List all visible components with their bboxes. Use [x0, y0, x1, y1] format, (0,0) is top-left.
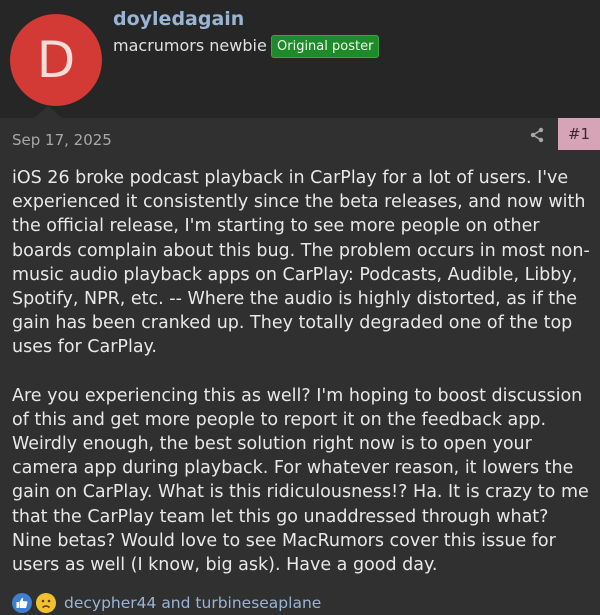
- post-date-link[interactable]: Sep 17, 2025: [12, 131, 112, 149]
- reaction-conjunction: and: [161, 594, 191, 612]
- avatar[interactable]: D: [10, 14, 102, 106]
- post-message: Sep 17, 2025 #1 iOS 26 broke podcast pla…: [0, 118, 600, 615]
- post-body: iOS 26 broke podcast playback in CarPlay…: [12, 166, 592, 601]
- post-paragraph: iOS 26 broke podcast playback in CarPlay…: [12, 168, 590, 358]
- reaction-users[interactable]: decypher44 and turbineseaplane: [64, 594, 321, 612]
- sad-icon: [36, 593, 56, 613]
- username-link[interactable]: doyledagain: [113, 8, 244, 30]
- post-paragraph: Are you experiencing this as well? I'm h…: [12, 385, 589, 576]
- reactions-bar[interactable]: decypher44 and turbineseaplane: [12, 591, 321, 615]
- post-author-header: D doyledagain macrumors newbie Original …: [0, 0, 600, 118]
- avatar-initial: D: [36, 31, 76, 89]
- message-pointer: [34, 106, 62, 118]
- post-number-link[interactable]: #1: [558, 118, 600, 150]
- user-title: macrumors newbie: [113, 36, 267, 55]
- like-icon: [12, 593, 32, 613]
- share-icon[interactable]: [528, 126, 546, 144]
- reaction-user-2[interactable]: turbineseaplane: [195, 594, 321, 612]
- reaction-user-1[interactable]: decypher44: [64, 594, 156, 612]
- original-poster-badge: Original poster: [271, 35, 380, 58]
